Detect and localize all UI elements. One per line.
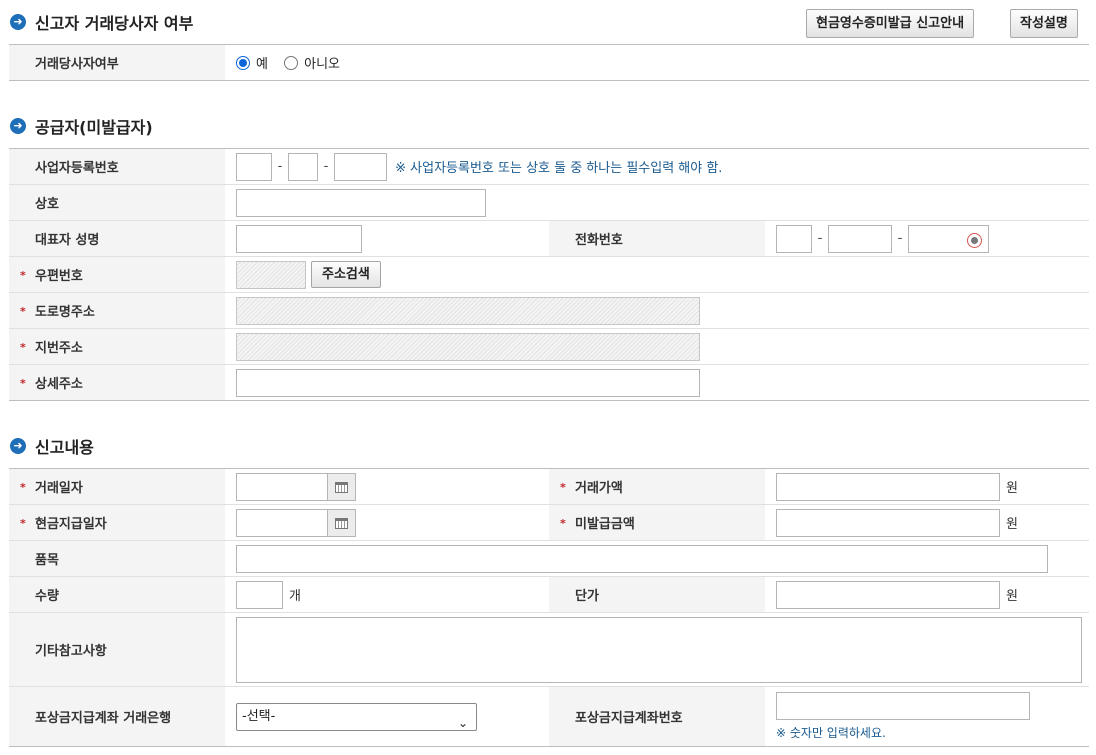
dash: -: [897, 231, 903, 246]
won-unit: 원: [1006, 589, 1018, 604]
phone-part3-input[interactable]: [908, 224, 989, 253]
lot-address-input: [236, 332, 700, 361]
bank-select-value: -선택-: [242, 708, 276, 724]
secure-input-icon: [967, 232, 982, 248]
bizno-label: 사업자등록번호: [9, 148, 225, 185]
bizno-note: ※ 사업자등록번호 또는 상호 둘 중 하나는 필수입력 해야 함.: [395, 161, 723, 176]
etc-textarea[interactable]: [236, 616, 1082, 683]
phone-part1-input[interactable]: [776, 224, 812, 253]
section-supplier: ➜ 공급자(미발급자): [10, 114, 153, 138]
qty-row: 수량 개 단가 원: [9, 576, 1089, 613]
unissued-amount-label: * 미발급금액: [549, 504, 765, 541]
party-yes-label: 예: [256, 57, 268, 72]
required-mark: *: [560, 516, 566, 530]
bank-label: 포상금지급계좌 거래은행: [9, 686, 225, 747]
name-row: 상호: [9, 184, 1089, 221]
required-mark: *: [20, 516, 26, 530]
required-mark: *: [20, 268, 26, 282]
party-no-radio[interactable]: [284, 55, 299, 70]
lot-address-label: * 지번주소: [9, 328, 225, 365]
section-title: 신고자 거래당사자 여부: [35, 14, 194, 33]
etc-row: 기타참고사항: [9, 612, 1089, 687]
required-mark: *: [560, 480, 566, 494]
detail-row: * 상세주소: [9, 364, 1089, 401]
chevron-down-icon: ⌄: [457, 715, 468, 730]
bank-select[interactable]: -선택- ⌄: [236, 702, 477, 731]
zip-row: * 우편번호 주소검색: [9, 256, 1089, 293]
unit-price-input[interactable]: [776, 580, 1000, 609]
calendar-icon[interactable]: [328, 472, 356, 501]
trade-date-input[interactable]: [236, 472, 328, 501]
report-table: * 거래일자 * 거래가액 원 * 현금지급일자 * 미발급금액 원 품목 수량 개 단…: [9, 468, 1089, 747]
party-yes-radio[interactable]: [236, 55, 250, 70]
trade-amount-label: * 거래가액: [549, 468, 765, 505]
arrow-bullet-icon: ➜: [10, 438, 26, 454]
required-mark: *: [20, 376, 26, 390]
qty-input[interactable]: [236, 580, 283, 609]
required-mark: *: [20, 304, 26, 318]
calendar-icon[interactable]: [328, 508, 356, 537]
dash: -: [277, 159, 283, 174]
section-report-content: ➜ 신고내용: [10, 434, 94, 458]
zip-label: * 우편번호: [9, 256, 225, 293]
pay-date-input[interactable]: [236, 508, 328, 537]
help-button[interactable]: 작성설명: [1010, 9, 1078, 38]
road-row: * 도로명주소: [9, 292, 1089, 329]
required-mark: *: [20, 340, 26, 354]
date-row: * 거래일자 * 거래가액 원: [9, 468, 1089, 505]
qty-label: 수량: [9, 576, 225, 613]
bank-row: 포상금지급계좌 거래은행 -선택- ⌄ 포상금지급계좌번호 ※ 숫자만 입력하세요…: [9, 686, 1089, 747]
account-note: ※ 숫자만 입력하세요.: [776, 726, 886, 740]
dash: -: [323, 159, 329, 174]
party-no-label: 아니오: [304, 57, 340, 72]
trade-amount-input[interactable]: [776, 472, 1000, 501]
item-input[interactable]: [236, 544, 1048, 573]
account-number-input[interactable]: [776, 692, 1030, 720]
rep-name-input[interactable]: [236, 224, 362, 253]
unissued-amount-input[interactable]: [776, 508, 1000, 537]
won-unit: 원: [1006, 517, 1018, 532]
bizno-row: 사업자등록번호 - - ※ 사업자등록번호 또는 상호 둘 중 하나는 필수입력 …: [9, 148, 1089, 185]
zipcode-input: [236, 260, 306, 289]
item-row: 품목: [9, 540, 1089, 577]
cash-receipt-guide-button[interactable]: 현금영수증미발급 신고안내: [806, 9, 975, 38]
arrow-bullet-icon: ➜: [10, 14, 26, 30]
section-title: 공급자(미발급자): [35, 118, 153, 137]
section-title: 신고내용: [35, 438, 94, 457]
item-label: 품목: [9, 540, 225, 577]
won-unit: 원: [1006, 481, 1018, 496]
trade-date-label: * 거래일자: [9, 468, 225, 505]
etc-label: 기타참고사항: [9, 612, 225, 687]
account-label: 포상금지급계좌번호: [549, 686, 765, 747]
bizno-part3-input[interactable]: [334, 152, 387, 181]
road-address-label: * 도로명주소: [9, 292, 225, 329]
paydate-row: * 현금지급일자 * 미발급금액 원: [9, 504, 1089, 541]
party-label: 거래당사자여부: [9, 44, 225, 81]
address-search-button[interactable]: 주소검색: [311, 261, 381, 288]
party-table: 거래당사자여부 예 아니오: [9, 44, 1089, 81]
party-row: 거래당사자여부 예 아니오: [9, 44, 1089, 81]
qty-unit: 개: [289, 589, 301, 604]
road-address-input: [236, 296, 700, 325]
unit-price-label: 단가: [549, 576, 765, 613]
section-reporter-party: ➜ 신고자 거래당사자 여부: [10, 10, 193, 34]
pay-date-label: * 현금지급일자: [9, 504, 225, 541]
lot-row: * 지번주소: [9, 328, 1089, 365]
phone-part2-input[interactable]: [828, 224, 892, 253]
arrow-bullet-icon: ➜: [10, 118, 26, 134]
detail-address-input[interactable]: [236, 368, 700, 397]
detail-address-label: * 상세주소: [9, 364, 225, 401]
supplier-table: 사업자등록번호 - - ※ 사업자등록번호 또는 상호 둘 중 하나는 필수입력 …: [9, 148, 1089, 401]
dash: -: [817, 231, 823, 246]
company-name-input[interactable]: [236, 188, 486, 217]
rep-row: 대표자 성명 전화번호 - -: [9, 220, 1089, 257]
name-label: 상호: [9, 184, 225, 221]
required-mark: *: [20, 480, 26, 494]
bizno-part1-input[interactable]: [236, 152, 272, 181]
bizno-part2-input[interactable]: [288, 152, 318, 181]
rep-label: 대표자 성명: [9, 220, 225, 257]
phone-label: 전화번호: [549, 220, 765, 257]
